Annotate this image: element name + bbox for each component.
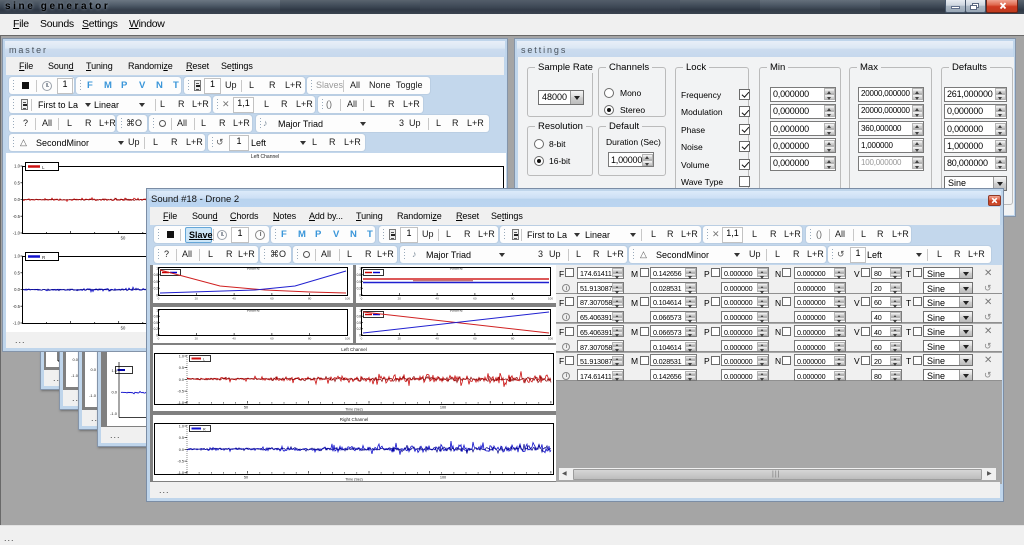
svg-text:100: 100 <box>440 406 446 410</box>
svg-text:0.5: 0.5 <box>14 180 20 185</box>
svg-text:1: 1 <box>156 266 158 270</box>
svg-text:100: 100 <box>548 297 553 301</box>
svg-text:0.5: 0.5 <box>154 280 159 284</box>
svg-text:0.5: 0.5 <box>357 321 362 325</box>
svg-text:0.5: 0.5 <box>179 366 184 370</box>
svg-text:1: 1 <box>359 266 361 270</box>
svg-text:40: 40 <box>435 337 439 341</box>
svg-text:0.5: 0.5 <box>14 270 20 275</box>
svg-text:80: 80 <box>308 337 312 341</box>
svg-text:100: 100 <box>548 337 553 341</box>
svg-text:Left Channel: Left Channel <box>341 347 367 352</box>
svg-text:-0.5: -0.5 <box>177 390 184 394</box>
svg-text:-0.5: -0.5 <box>13 214 21 219</box>
svg-text:1.0: 1.0 <box>14 254 20 259</box>
svg-text:-0.5: -0.5 <box>13 304 21 309</box>
svg-text:0.5: 0.5 <box>179 436 184 440</box>
svg-text:-1.0: -1.0 <box>13 321 21 326</box>
svg-text:0.0: 0.0 <box>14 287 20 292</box>
svg-text:50: 50 <box>244 406 248 410</box>
svg-text:20: 20 <box>398 337 402 341</box>
svg-text:60: 60 <box>270 337 274 341</box>
svg-text:0.0: 0.0 <box>14 197 20 202</box>
svg-text:50: 50 <box>121 326 126 331</box>
svg-text:0.8: 0.8 <box>357 315 362 319</box>
svg-text:40: 40 <box>232 337 236 341</box>
svg-text:0.2: 0.2 <box>154 327 159 331</box>
svg-text:Left Channel: Left Channel <box>251 154 279 160</box>
svg-text:100: 100 <box>345 297 350 301</box>
svg-text:0.8: 0.8 <box>154 315 159 319</box>
svg-text:-1.0: -1.0 <box>110 411 118 416</box>
svg-text:50: 50 <box>121 236 126 241</box>
svg-text:1.0: 1.0 <box>179 424 184 428</box>
svg-text:L: L <box>203 358 205 362</box>
svg-text:80: 80 <box>511 337 515 341</box>
svg-text:-1.0: -1.0 <box>177 401 184 405</box>
svg-text:0.2: 0.2 <box>357 287 362 291</box>
svg-text:1: 1 <box>156 308 158 312</box>
svg-text:0: 0 <box>158 337 160 341</box>
svg-text:60: 60 <box>270 297 274 301</box>
svg-text:0.0: 0.0 <box>179 448 184 452</box>
svg-text:60: 60 <box>473 337 477 341</box>
svg-text:0.8: 0.8 <box>357 273 362 277</box>
svg-text:20: 20 <box>195 337 199 341</box>
svg-text:0.2: 0.2 <box>154 287 159 291</box>
svg-text:40: 40 <box>435 297 439 301</box>
svg-text:50: 50 <box>244 476 248 480</box>
svg-text:80: 80 <box>308 297 312 301</box>
svg-text:Time (Sec): Time (Sec) <box>345 478 362 482</box>
svg-text:20: 20 <box>195 297 199 301</box>
svg-text:80: 80 <box>511 297 515 301</box>
svg-text:0: 0 <box>158 297 160 301</box>
svg-text:0.8: 0.8 <box>154 273 159 277</box>
svg-text:100: 100 <box>440 476 446 480</box>
svg-text:-1.0: -1.0 <box>13 231 21 236</box>
svg-text:0: 0 <box>361 337 363 341</box>
svg-text:0.0: 0.0 <box>179 378 184 382</box>
svg-text:1.0: 1.0 <box>179 354 184 358</box>
svg-text:-1.0: -1.0 <box>177 471 184 475</box>
svg-text:0: 0 <box>361 297 363 301</box>
svg-text:1.0: 1.0 <box>14 164 20 169</box>
svg-text:20: 20 <box>398 297 402 301</box>
svg-text:1: 1 <box>359 308 361 312</box>
svg-text:0.0: 0.0 <box>111 390 117 395</box>
svg-text:R: R <box>203 428 206 432</box>
svg-text:1.0: 1.0 <box>111 368 117 373</box>
svg-text:40: 40 <box>232 297 236 301</box>
svg-text:Time (Sec): Time (Sec) <box>345 408 362 412</box>
svg-text:-1.0: -1.0 <box>89 393 97 398</box>
svg-text:0.0: 0.0 <box>90 367 96 372</box>
svg-text:100: 100 <box>345 337 350 341</box>
svg-text:0.5: 0.5 <box>154 321 159 325</box>
svg-text:0.5: 0.5 <box>357 280 362 284</box>
svg-text:-0.5: -0.5 <box>177 460 184 464</box>
svg-text:Right Channel: Right Channel <box>340 417 369 422</box>
svg-text:60: 60 <box>473 297 477 301</box>
svg-text:0.2: 0.2 <box>357 327 362 331</box>
